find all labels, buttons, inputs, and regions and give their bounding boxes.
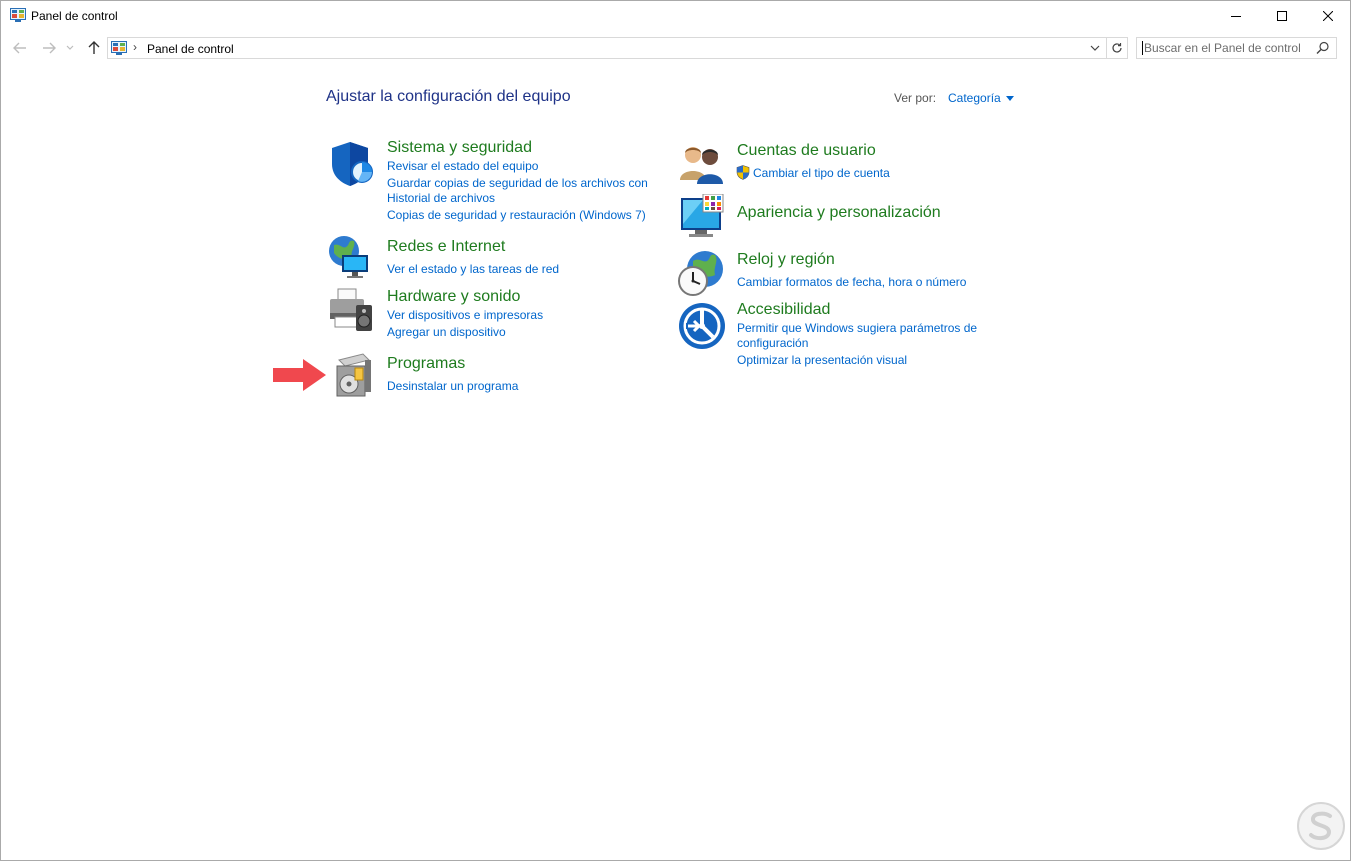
breadcrumb-chevron-icon[interactable]: ›: [133, 40, 137, 54]
arrow-up-icon: [88, 41, 100, 54]
close-button[interactable]: [1305, 0, 1351, 31]
text-caret: [1142, 41, 1143, 55]
view-by-label: Ver por:: [894, 91, 937, 105]
address-bar[interactable]: › Panel de control: [107, 37, 1128, 59]
accessibility-icon[interactable]: [678, 302, 726, 350]
maximize-button[interactable]: [1259, 0, 1305, 31]
refresh-icon: [1112, 43, 1122, 53]
address-dropdown-button[interactable]: [1087, 40, 1103, 56]
window-border: [0, 0, 1351, 861]
refresh-button[interactable]: [1106, 38, 1127, 58]
up-button[interactable]: [84, 38, 104, 58]
arrow-right-icon: [43, 42, 56, 54]
site-logo-icon: [1297, 802, 1345, 850]
printer-speaker-icon[interactable]: [326, 287, 374, 335]
control-panel-icon: [10, 8, 26, 22]
view-by-value: Categoría: [948, 91, 1001, 105]
link-devices-printers[interactable]: Ver dispositivos e impresoras: [387, 308, 543, 323]
users-icon[interactable]: [678, 140, 726, 188]
clock-globe-icon[interactable]: [677, 249, 725, 297]
title-bar[interactable]: Panel de control: [1, 0, 1350, 31]
page-title: Ajustar la configuración del equipo: [326, 88, 571, 105]
search-input[interactable]: [1144, 41, 1309, 55]
link-change-date-formats[interactable]: Cambiar formatos de fecha, hora o número: [737, 275, 966, 290]
link-change-account-type[interactable]: Cambiar el tipo de cuenta: [753, 166, 890, 181]
arrow-left-icon: [13, 42, 26, 54]
programs-disc-icon[interactable]: [329, 352, 377, 400]
monitor-palette-icon[interactable]: [679, 193, 727, 242]
link-add-device[interactable]: Agregar un dispositivo: [387, 325, 506, 340]
category-clock-region[interactable]: Reloj y región: [737, 251, 835, 269]
control-panel-icon: [111, 41, 127, 55]
link-review-computer-status[interactable]: Revisar el estado del equipo: [387, 159, 538, 174]
breadcrumb-item[interactable]: Panel de control: [147, 42, 234, 56]
maximize-icon: [1277, 10, 1287, 21]
minimize-icon: [1231, 15, 1241, 17]
chevron-down-icon: [66, 45, 74, 50]
annotation-arrow-icon: [273, 359, 326, 391]
category-network-internet[interactable]: Redes e Internet: [387, 238, 505, 256]
uac-shield-icon: [736, 165, 750, 180]
chevron-down-icon: [1090, 45, 1100, 51]
minimize-button[interactable]: [1213, 0, 1259, 31]
search-icon[interactable]: [1316, 41, 1330, 55]
link-windows-suggest-settings[interactable]: Permitir que Windows sugiera parámetros …: [737, 321, 977, 336]
forward-button[interactable]: [39, 38, 59, 58]
category-hardware-sound[interactable]: Hardware y sonido: [387, 288, 520, 306]
link-backup-restore[interactable]: Copias de seguridad y restauración (Wind…: [387, 208, 646, 223]
back-button[interactable]: [10, 38, 30, 58]
link-save-backup-copies[interactable]: Guardar copias de seguridad de los archi…: [387, 176, 648, 191]
window-title: Panel de control: [31, 9, 118, 23]
link-uninstall-program[interactable]: Desinstalar un programa: [387, 379, 518, 394]
shield-icon[interactable]: [328, 140, 376, 188]
link-network-status[interactable]: Ver el estado y las tareas de red: [387, 262, 559, 277]
search-box[interactable]: [1136, 37, 1337, 59]
category-accessibility[interactable]: Accesibilidad: [737, 301, 830, 319]
link-settings-continued[interactable]: configuración: [737, 336, 808, 351]
link-optimize-visual-display[interactable]: Optimizar la presentación visual: [737, 353, 907, 368]
category-appearance-personalization[interactable]: Apariencia y personalización: [737, 204, 941, 222]
close-icon: [1323, 10, 1333, 21]
network-globe-icon[interactable]: [326, 233, 374, 281]
category-system-security[interactable]: Sistema y seguridad: [387, 139, 532, 157]
category-programs[interactable]: Programas: [387, 355, 465, 373]
recent-locations-button[interactable]: [63, 38, 77, 58]
category-user-accounts[interactable]: Cuentas de usuario: [737, 142, 876, 160]
link-file-history[interactable]: Historial de archivos: [387, 191, 495, 206]
caret-down-icon: [1005, 95, 1014, 101]
view-by-dropdown[interactable]: Categoría: [948, 91, 1014, 105]
